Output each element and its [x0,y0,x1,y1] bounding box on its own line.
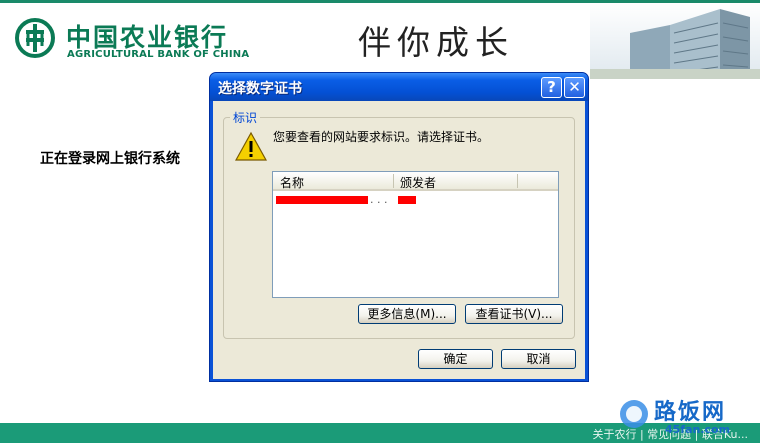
building-image [590,3,760,79]
abc-logo-icon [15,18,55,58]
list-header: 名称 颁发者 [273,172,558,191]
certificate-row[interactable]: . . . [273,192,558,208]
redacted-cert-name [276,196,368,204]
column-separator[interactable] [517,174,518,188]
ok-button[interactable]: 确定 [418,349,493,369]
select-certificate-dialog: 选择数字证书 ? ✕ 标识 您要查看的网站要求标识。请选择证书。 名称 颁发者 … [209,72,589,382]
dialog-message: 您要查看的网站要求标识。请选择证书。 [273,130,490,144]
login-status-text: 正在登录网上银行系统 [40,151,180,167]
dialog-title: 选择数字证书 [218,81,302,97]
warning-icon [235,131,267,161]
watermark-url: 45fan.com [665,423,731,436]
dialog-body: 标识 您要查看的网站要求标识。请选择证书。 名称 颁发者 . . . 更多信息(… [213,101,585,379]
redacted-issuer [398,196,416,204]
close-button[interactable]: ✕ [564,77,585,98]
dialog-titlebar[interactable]: 选择数字证书 ? ✕ [210,73,588,101]
help-button[interactable]: ? [541,77,562,98]
certificate-list[interactable]: 名称 颁发者 . . . [272,171,559,298]
slogan: 伴你成长 [358,23,514,62]
name-truncation: . . . [370,193,388,206]
bank-name-en: AGRICULTURAL BANK OF CHINA [67,49,250,60]
watermark-text: 路饭网 [654,400,727,425]
more-info-button[interactable]: 更多信息(M)... [358,304,456,324]
column-separator[interactable] [393,174,394,188]
cancel-button[interactable]: 取消 [501,349,576,369]
column-name[interactable]: 名称 [280,174,304,191]
identity-group-label: 标识 [230,109,261,126]
column-issuer[interactable]: 颁发者 [400,174,436,191]
view-certificate-button[interactable]: 查看证书(V)... [465,304,563,324]
